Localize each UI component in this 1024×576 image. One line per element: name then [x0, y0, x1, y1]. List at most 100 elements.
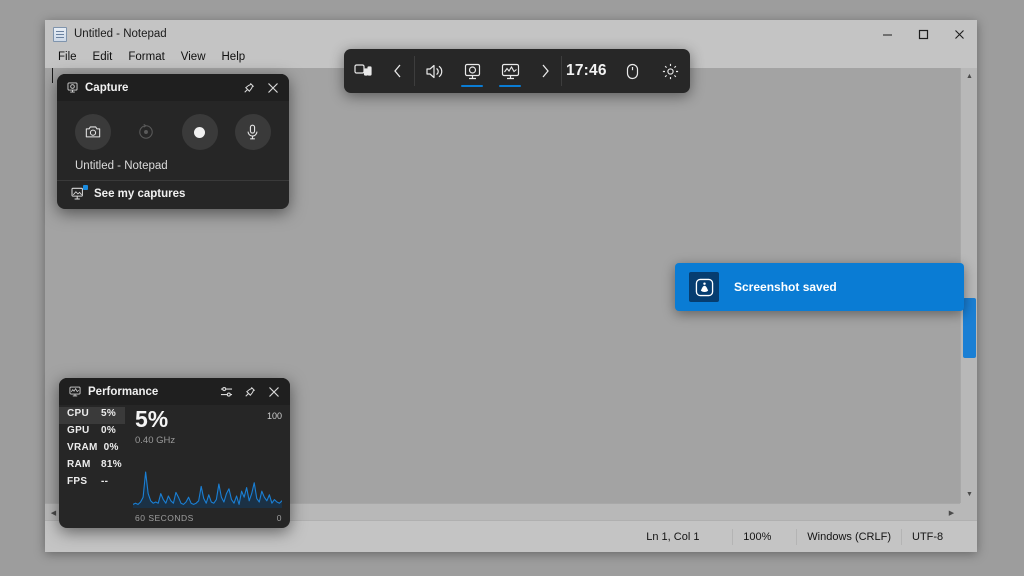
capture-widget-title: Capture	[85, 81, 129, 94]
new-captures-badge	[83, 185, 88, 190]
performance-detail: 5% 0.40 GHz 100 60 SECONDS 0	[125, 405, 290, 528]
record-dot-icon	[194, 126, 206, 138]
cpu-chart-svg	[133, 468, 282, 508]
metric-gpu[interactable]: GPU 0%	[59, 424, 125, 441]
notepad-icon	[53, 26, 67, 42]
gear-icon	[663, 63, 679, 79]
scrollbar-corner	[960, 503, 977, 520]
close-icon	[268, 82, 278, 93]
toast-message: Screenshot saved	[734, 280, 837, 294]
metric-fps-value: --	[101, 476, 109, 487]
performance-icon	[501, 63, 519, 79]
cpu-utilization-value: 5%	[135, 406, 169, 432]
close-button[interactable]	[261, 76, 285, 100]
pin-icon	[245, 386, 255, 397]
menu-edit[interactable]: Edit	[86, 50, 120, 66]
status-encoding[interactable]: UTF-8	[901, 528, 977, 545]
chart-min-label: 0	[276, 513, 282, 523]
screen: Untitled - Notepad File Edit Format View…	[0, 0, 1024, 576]
game-bar-icon	[689, 272, 719, 302]
chevron-right-icon	[542, 64, 549, 78]
scroll-right-button[interactable]	[529, 49, 561, 93]
scroll-left-button[interactable]	[382, 49, 414, 93]
metric-cpu-label: CPU	[67, 408, 90, 419]
screenshot-saved-toast[interactable]: Screenshot saved	[675, 263, 964, 311]
performance-metric-list: CPU 5% GPU 0% VRAM 0% RAM 81% FPS --	[59, 405, 125, 528]
notepad-titlebar[interactable]: Untitled - Notepad	[45, 20, 977, 48]
status-line-ending[interactable]: Windows (CRLF)	[796, 528, 901, 545]
performance-widget-button[interactable]	[491, 49, 529, 93]
metric-vram-value: 0%	[103, 442, 119, 453]
status-zoom-level[interactable]: 100%	[732, 528, 796, 545]
close-icon	[954, 29, 964, 39]
see-my-captures-button[interactable]: See my captures	[57, 180, 289, 206]
widgets-icon	[354, 64, 372, 76]
performance-options-button[interactable]	[214, 380, 238, 404]
metric-ram-label: RAM	[67, 459, 91, 470]
close-icon	[269, 386, 279, 397]
gaming-input-button[interactable]	[614, 49, 652, 93]
scroll-right-arrow-icon[interactable]: ▶	[943, 504, 960, 521]
minimize-icon	[882, 34, 892, 35]
game-bar-trailing-group: 17:46	[562, 49, 690, 93]
capture-widget: Capture Untitled - Notepad See my captur…	[57, 74, 289, 209]
cpu-clock-value: 0.40 GHz	[135, 435, 176, 447]
text-caret	[52, 68, 53, 83]
metric-ram[interactable]: RAM 81%	[59, 458, 125, 475]
speaker-icon	[425, 64, 442, 78]
sliders-icon	[220, 386, 232, 397]
minimize-button[interactable]	[869, 20, 905, 48]
menu-view[interactable]: View	[174, 50, 213, 66]
vertical-scrollbar-thumb[interactable]	[963, 298, 976, 358]
metric-ram-value: 81%	[101, 459, 122, 470]
start-recording-button[interactable]	[181, 114, 218, 150]
metric-fps-label: FPS	[67, 476, 88, 487]
audio-widget-button[interactable]	[415, 49, 453, 93]
take-screenshot-button[interactable]	[75, 114, 111, 150]
capture-icon	[67, 82, 78, 93]
performance-widget-header[interactable]: Performance	[59, 378, 290, 405]
metric-vram[interactable]: VRAM 0%	[59, 441, 125, 458]
close-button[interactable]	[941, 20, 977, 48]
mouse-icon	[627, 63, 639, 79]
microphone-icon	[247, 124, 258, 140]
widget-menu-button[interactable]	[344, 49, 382, 93]
performance-widget: Performance CPU 5% GPU 0% VRAM 0% RAM 81…	[59, 378, 290, 528]
menu-help[interactable]: Help	[215, 50, 253, 66]
pin-icon	[244, 82, 254, 93]
capture-active-indicator	[461, 84, 483, 87]
performance-active-indicator	[499, 84, 521, 87]
game-bar-leading-group	[344, 49, 414, 93]
pin-button[interactable]	[237, 76, 261, 100]
cpu-utilization-chart	[133, 468, 282, 508]
window-title: Untitled - Notepad	[74, 28, 167, 40]
capture-target-app: Untitled - Notepad	[75, 160, 168, 172]
capture-icon	[464, 63, 480, 79]
settings-button[interactable]	[652, 49, 690, 93]
scroll-up-arrow-icon[interactable]: ▲	[961, 68, 978, 85]
camera-icon	[85, 126, 101, 138]
capture-widget-button[interactable]	[453, 49, 491, 93]
gallery-icon	[71, 185, 88, 200]
menu-format[interactable]: Format	[121, 50, 171, 66]
clock: 17:46	[566, 62, 607, 79]
window-controls	[869, 20, 977, 48]
metric-fps[interactable]: FPS --	[59, 475, 125, 492]
metric-cpu[interactable]: CPU 5%	[59, 407, 125, 424]
toggle-microphone-button[interactable]	[234, 114, 271, 150]
game-bar-toolbar: 17:46	[344, 49, 690, 93]
record-last-30-seconds-button[interactable]	[128, 114, 164, 150]
maximize-icon	[918, 29, 928, 39]
close-button[interactable]	[262, 380, 286, 404]
pin-button[interactable]	[238, 380, 262, 404]
game-bar-widget-group	[415, 49, 561, 93]
capture-widget-header[interactable]: Capture	[57, 74, 289, 101]
chart-max-label: 100	[266, 411, 282, 421]
see-my-captures-label: See my captures	[94, 187, 186, 200]
maximize-button[interactable]	[905, 20, 941, 48]
menu-file[interactable]: File	[51, 50, 84, 66]
metric-gpu-value: 0%	[101, 425, 117, 436]
scroll-down-arrow-icon[interactable]: ▼	[961, 486, 978, 503]
chevron-left-icon	[394, 64, 401, 78]
chart-axis-labels: 60 SECONDS 0	[135, 513, 282, 523]
